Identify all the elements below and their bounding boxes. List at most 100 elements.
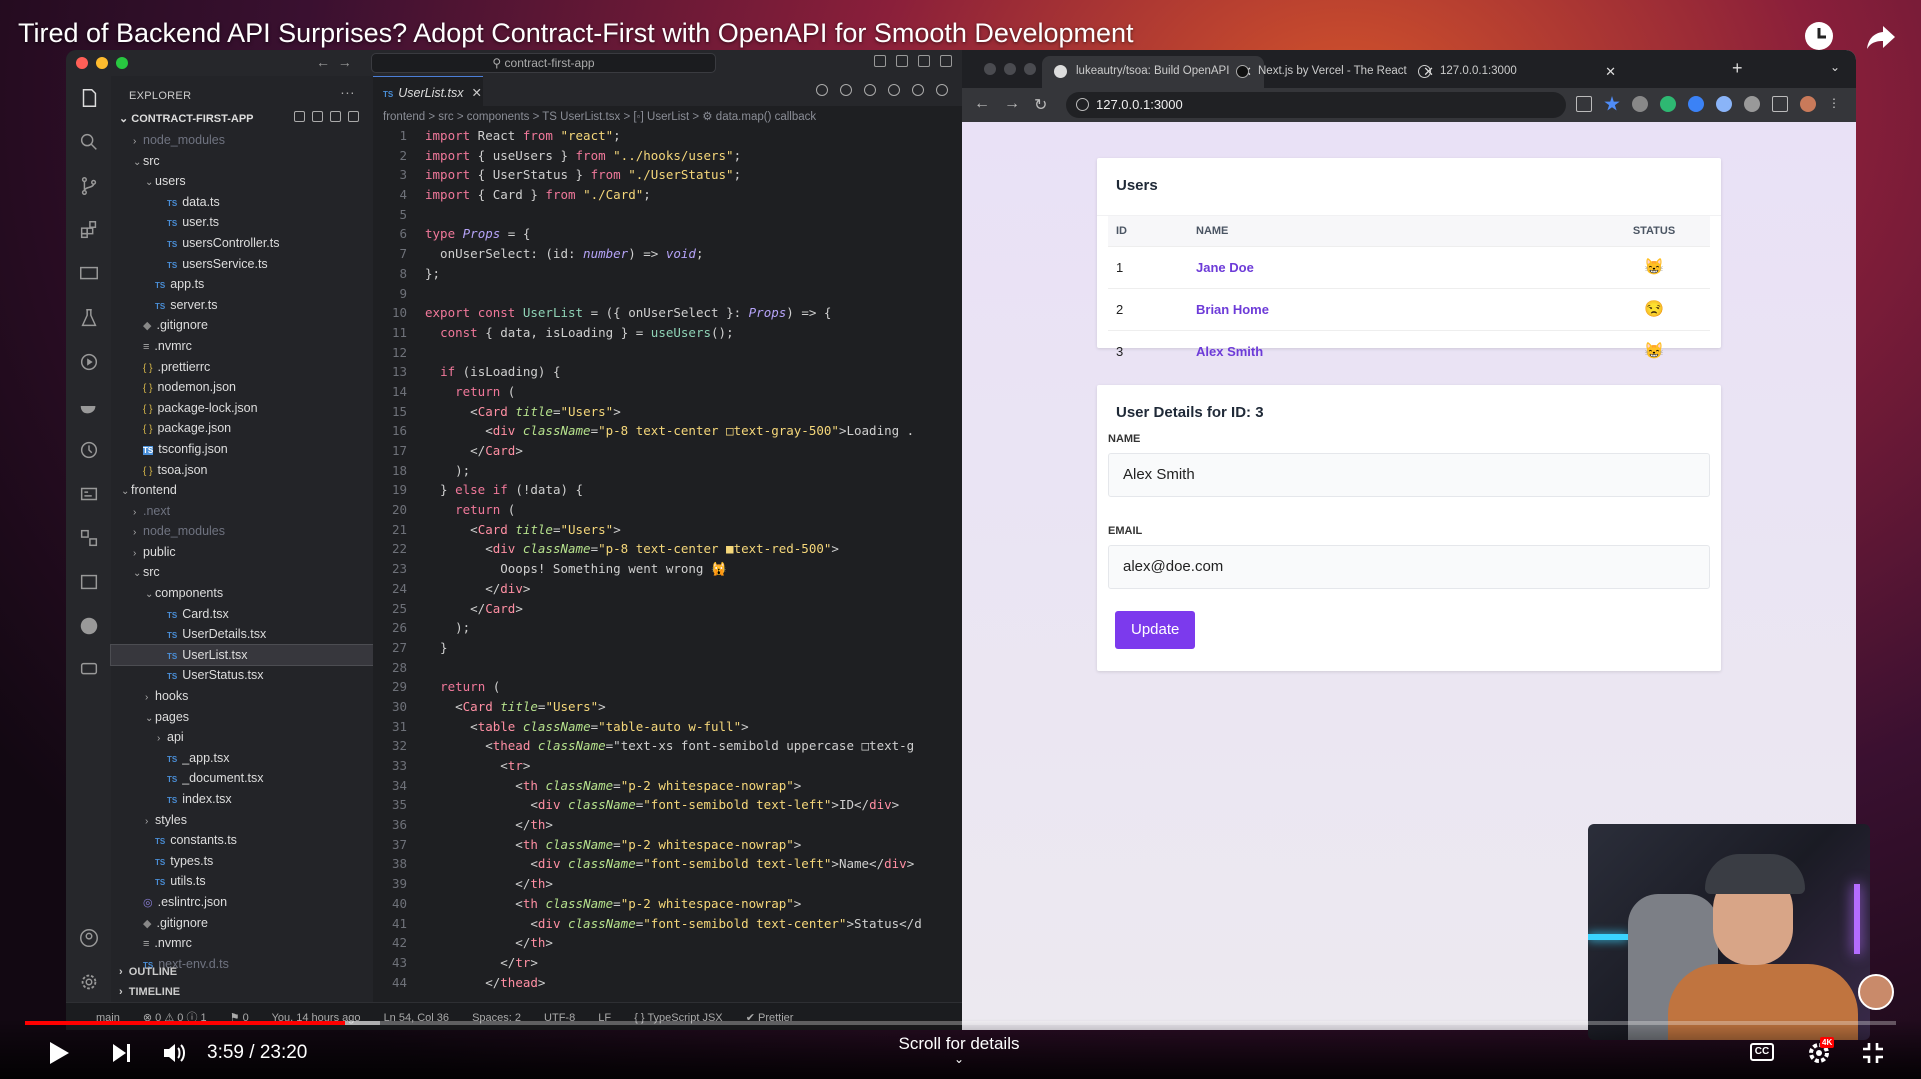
tree-file[interactable]: TS _app.tsx <box>111 748 373 769</box>
code-line[interactable]: 37 <th className="p-2 whitespace-nowrap"… <box>373 835 962 855</box>
code-line[interactable]: 10 export const UserList = ({ onUserSelec… <box>373 303 962 323</box>
tree-folder[interactable]: ⌄ users <box>111 171 373 192</box>
tree-file[interactable]: TS usersService.ts <box>111 254 373 275</box>
editor-actions[interactable] <box>816 84 948 96</box>
tree-file[interactable]: TS _document.tsx <box>111 768 373 789</box>
code-line[interactable]: 20 return ( <box>373 500 962 520</box>
tree-folder[interactable]: ⌄ frontend <box>111 480 373 501</box>
tree-file[interactable]: ≡ .nvmrc <box>111 933 373 954</box>
tree-file[interactable]: TS constants.ts <box>111 830 373 851</box>
close-window-button[interactable] <box>76 57 88 69</box>
project-root[interactable]: ⌄ CONTRACT-FIRST-APP <box>111 106 373 130</box>
tree-file[interactable]: TS utils.ts <box>111 871 373 892</box>
code-line[interactable]: 29 return ( <box>373 677 962 697</box>
tree-file[interactable]: TS tsconfig.json <box>111 439 373 460</box>
code-area[interactable]: 1 import React from "react"; 2 import { use… <box>373 126 962 992</box>
tab-userlist[interactable]: TS UserList.tsx ✕ <box>373 76 483 106</box>
name-field[interactable]: Alex Smith <box>1108 453 1710 497</box>
code-line[interactable]: 5 <box>373 205 962 225</box>
tree-file[interactable]: ≡ .nvmrc <box>111 336 373 357</box>
tree-folder[interactable]: ⌄ components <box>111 583 373 604</box>
timeline-section[interactable]: › TIMELINE <box>111 982 373 1002</box>
explorer-actions[interactable] <box>294 111 359 122</box>
address-bar[interactable]: 127.0.0.1:3000 <box>1066 92 1566 118</box>
tree-file[interactable]: { } package.json <box>111 418 373 439</box>
tree-file[interactable]: TS Card.tsx <box>111 604 373 625</box>
more-actions-icon[interactable]: ··· <box>340 84 355 100</box>
outline-section[interactable]: › OUTLINE <box>111 962 373 982</box>
code-line[interactable]: 11 const { data, isLoading } = useUsers(… <box>373 323 962 343</box>
user-name-link[interactable]: Alex Smith <box>1188 329 1590 372</box>
side-panel-icon[interactable] <box>1772 96 1788 112</box>
timeline-icon[interactable] <box>66 428 111 472</box>
tree-file[interactable]: TS server.ts <box>111 295 373 316</box>
volume-icon[interactable] <box>160 1037 190 1069</box>
tree-file[interactable]: TS UserDetails.tsx <box>111 624 373 645</box>
tree-file[interactable]: { } package-lock.json <box>111 398 373 419</box>
code-line[interactable]: 6 type Props = { <box>373 224 962 244</box>
profile-avatar[interactable] <box>1800 96 1816 112</box>
user-name-link[interactable]: Jane Doe <box>1188 245 1590 288</box>
table-row[interactable]: 3 Alex Smith 😸 <box>1108 329 1710 372</box>
code-line[interactable]: 18 ); <box>373 461 962 481</box>
code-line[interactable]: 1 import React from "react"; <box>373 126 962 146</box>
video-progress-bar[interactable] <box>25 1021 1896 1025</box>
update-button[interactable]: Update <box>1115 611 1196 649</box>
code-line[interactable]: 34 <th className="p-2 whitespace-nowrap"… <box>373 776 962 796</box>
docker-icon[interactable] <box>66 384 111 428</box>
tree-folder[interactable]: ⌄ src <box>111 151 373 172</box>
exit-fullscreen-icon[interactable] <box>1858 1037 1888 1069</box>
code-line[interactable]: 38 <div className="font-semibold text-le… <box>373 854 962 874</box>
database-icon[interactable] <box>66 516 111 560</box>
close-tab-icon[interactable]: ✕ <box>1605 64 1616 80</box>
code-line[interactable]: 15 <Card title="Users"> <box>373 402 962 422</box>
tree-file[interactable]: TS UserStatus.tsx <box>111 665 373 686</box>
tree-file[interactable]: TS user.ts <box>111 212 373 233</box>
next-video-button[interactable] <box>107 1037 137 1069</box>
code-line[interactable]: 14 return ( <box>373 382 962 402</box>
command-center-search[interactable]: ⚲ contract-first-app <box>371 53 716 73</box>
user-name-link[interactable]: Brian Home <box>1188 287 1590 330</box>
code-line[interactable]: 35 <div className="font-semibold text-le… <box>373 795 962 815</box>
browser-menu-icon[interactable]: ⋮ <box>1828 96 1840 112</box>
tree-folder[interactable]: › node_modules <box>111 130 373 151</box>
extensions-icon[interactable] <box>66 208 111 252</box>
breadcrumb[interactable]: frontend > src > components > TS UserLis… <box>373 106 962 126</box>
code-line[interactable]: 40 <th className="p-2 whitespace-nowrap"… <box>373 894 962 914</box>
tree-file[interactable]: TS app.ts <box>111 274 373 295</box>
extension-icon[interactable] <box>1632 96 1648 112</box>
code-line[interactable]: 28 <box>373 658 962 678</box>
testing-icon[interactable] <box>66 296 111 340</box>
code-line[interactable]: 9 <box>373 284 962 304</box>
extensions-puzzle-icon[interactable] <box>1744 96 1760 112</box>
code-line[interactable]: 36 </th> <box>373 815 962 835</box>
tree-folder[interactable]: › .next <box>111 501 373 522</box>
tree-folder[interactable]: ⌄ pages <box>111 707 373 728</box>
browser-tab-localhost[interactable]: 127.0.0.1:3000 ✕ <box>1406 56 1628 88</box>
code-line[interactable]: 31 <table className="table-auto w-full"> <box>373 717 962 737</box>
tree-folder[interactable]: › api <box>111 727 373 748</box>
code-line[interactable]: 2 import { useUsers } from "../hooks/user… <box>373 146 962 166</box>
reload-icon[interactable]: ↻ <box>1034 95 1047 115</box>
browser-window-controls[interactable] <box>984 63 1036 75</box>
new-tab-icon[interactable]: + <box>1732 58 1743 79</box>
code-line[interactable]: 44 </thead> <box>373 973 962 993</box>
code-line[interactable]: 12 <box>373 343 962 363</box>
site-info-icon[interactable] <box>1076 98 1089 111</box>
code-line[interactable]: 8}; <box>373 264 962 284</box>
play-button[interactable] <box>44 1037 74 1069</box>
code-line[interactable]: 19 } else if (!data) { <box>373 480 962 500</box>
forward-icon[interactable]: → <box>1004 95 1020 115</box>
settings-gear-icon[interactable] <box>66 960 111 1004</box>
api-icon[interactable] <box>66 560 111 604</box>
share-icon[interactable] <box>1863 18 1899 54</box>
table-row[interactable]: 2 Brian Home 😒 <box>1108 287 1710 330</box>
remote-explorer-icon[interactable] <box>66 252 111 296</box>
code-line[interactable]: 27 } <box>373 638 962 658</box>
grammarly-icon[interactable] <box>1660 96 1676 112</box>
tree-file[interactable]: TS usersController.ts <box>111 233 373 254</box>
tree-file[interactable]: TS types.ts <box>111 851 373 872</box>
tree-file[interactable]: ◆ .gitignore <box>111 913 373 934</box>
tab-search-chevron-icon[interactable]: ⌄ <box>1830 60 1840 74</box>
code-line[interactable]: 16 <div className="p-8 text-center □text… <box>373 421 962 441</box>
